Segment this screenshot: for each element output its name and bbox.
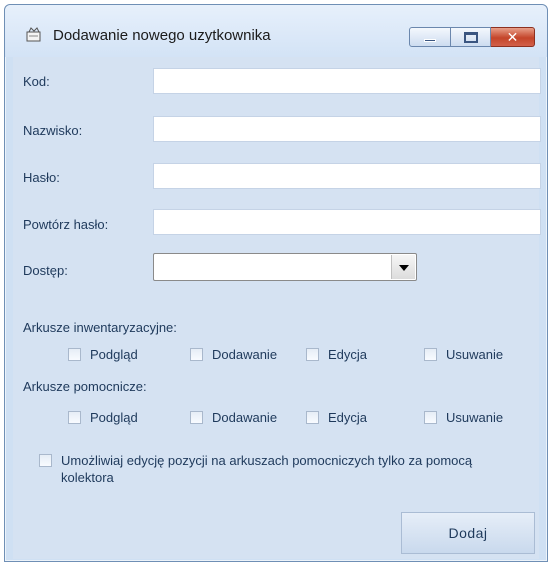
- checkbox-box[interactable]: [68, 348, 81, 361]
- checkbox-box[interactable]: [306, 348, 319, 361]
- form-body: Kod: Nazwisko: Hasło: Powtórz hasło: Dos…: [13, 57, 541, 559]
- dostep-select[interactable]: [153, 253, 417, 281]
- arkusze-pomocnicze-label: Arkusze pomocnicze:: [23, 379, 147, 394]
- checkbox-box[interactable]: [39, 454, 52, 467]
- pom-dodawanie-checkbox[interactable]: Dodawanie: [190, 410, 277, 425]
- window-controls: ✕: [409, 27, 535, 47]
- inw-usuwanie-checkbox[interactable]: Usuwanie: [424, 347, 503, 362]
- checkbox-box[interactable]: [68, 411, 81, 424]
- checkbox-box[interactable]: [424, 348, 437, 361]
- app-icon: [26, 27, 41, 42]
- arkusze-pomocnicze-options: Podgląd Dodawanie Edycja Usuwanie: [13, 410, 539, 428]
- nazwisko-input[interactable]: [153, 116, 541, 142]
- add-user-dialog: Dodawanie nowego uzytkownika ✕ Kod: Nazw…: [4, 4, 548, 562]
- add-button[interactable]: Dodaj: [401, 512, 535, 554]
- arkusze-inwentaryzacyjne-options: Podgląd Dodawanie Edycja Usuwanie: [13, 347, 539, 365]
- inw-podglad-checkbox[interactable]: Podgląd: [68, 347, 138, 362]
- minimize-icon: [424, 39, 436, 42]
- haslo-input[interactable]: [153, 163, 541, 189]
- haslo-label: Hasło:: [23, 170, 60, 185]
- kod-input[interactable]: [153, 68, 541, 94]
- title-bar[interactable]: Dodawanie nowego uzytkownika ✕: [5, 5, 547, 57]
- nazwisko-label: Nazwisko:: [23, 123, 83, 138]
- pom-usuwanie-checkbox[interactable]: Usuwanie: [424, 410, 503, 425]
- dostep-label: Dostęp:: [23, 263, 68, 278]
- checkbox-box[interactable]: [190, 348, 203, 361]
- checkbox-box[interactable]: [306, 411, 319, 424]
- kod-label: Kod:: [23, 74, 50, 89]
- close-icon: ✕: [506, 29, 519, 45]
- close-button[interactable]: ✕: [491, 27, 535, 47]
- inw-dodawanie-checkbox[interactable]: Dodawanie: [190, 347, 277, 362]
- pom-podglad-checkbox[interactable]: Podgląd: [68, 410, 138, 425]
- inw-edycja-checkbox[interactable]: Edycja: [306, 347, 367, 362]
- pom-edycja-checkbox[interactable]: Edycja: [306, 410, 367, 425]
- maximize-icon: [464, 32, 478, 43]
- minimize-button[interactable]: [409, 27, 451, 47]
- checkbox-box[interactable]: [424, 411, 437, 424]
- maximize-button[interactable]: [451, 27, 491, 47]
- chevron-down-icon[interactable]: [391, 255, 415, 279]
- kolektor-checkbox[interactable]: Umożliwiaj edycję pozycji na arkuszach p…: [39, 452, 509, 486]
- kolektor-label: Umożliwiaj edycję pozycji na arkuszach p…: [61, 453, 473, 485]
- window-title: Dodawanie nowego uzytkownika: [53, 27, 271, 44]
- checkbox-box[interactable]: [190, 411, 203, 424]
- arkusze-inwentaryzacyjne-label: Arkusze inwentaryzacyjne:: [23, 320, 177, 335]
- powtorz-haslo-input[interactable]: [153, 209, 541, 235]
- powtorz-haslo-label: Powtórz hasło:: [23, 217, 109, 232]
